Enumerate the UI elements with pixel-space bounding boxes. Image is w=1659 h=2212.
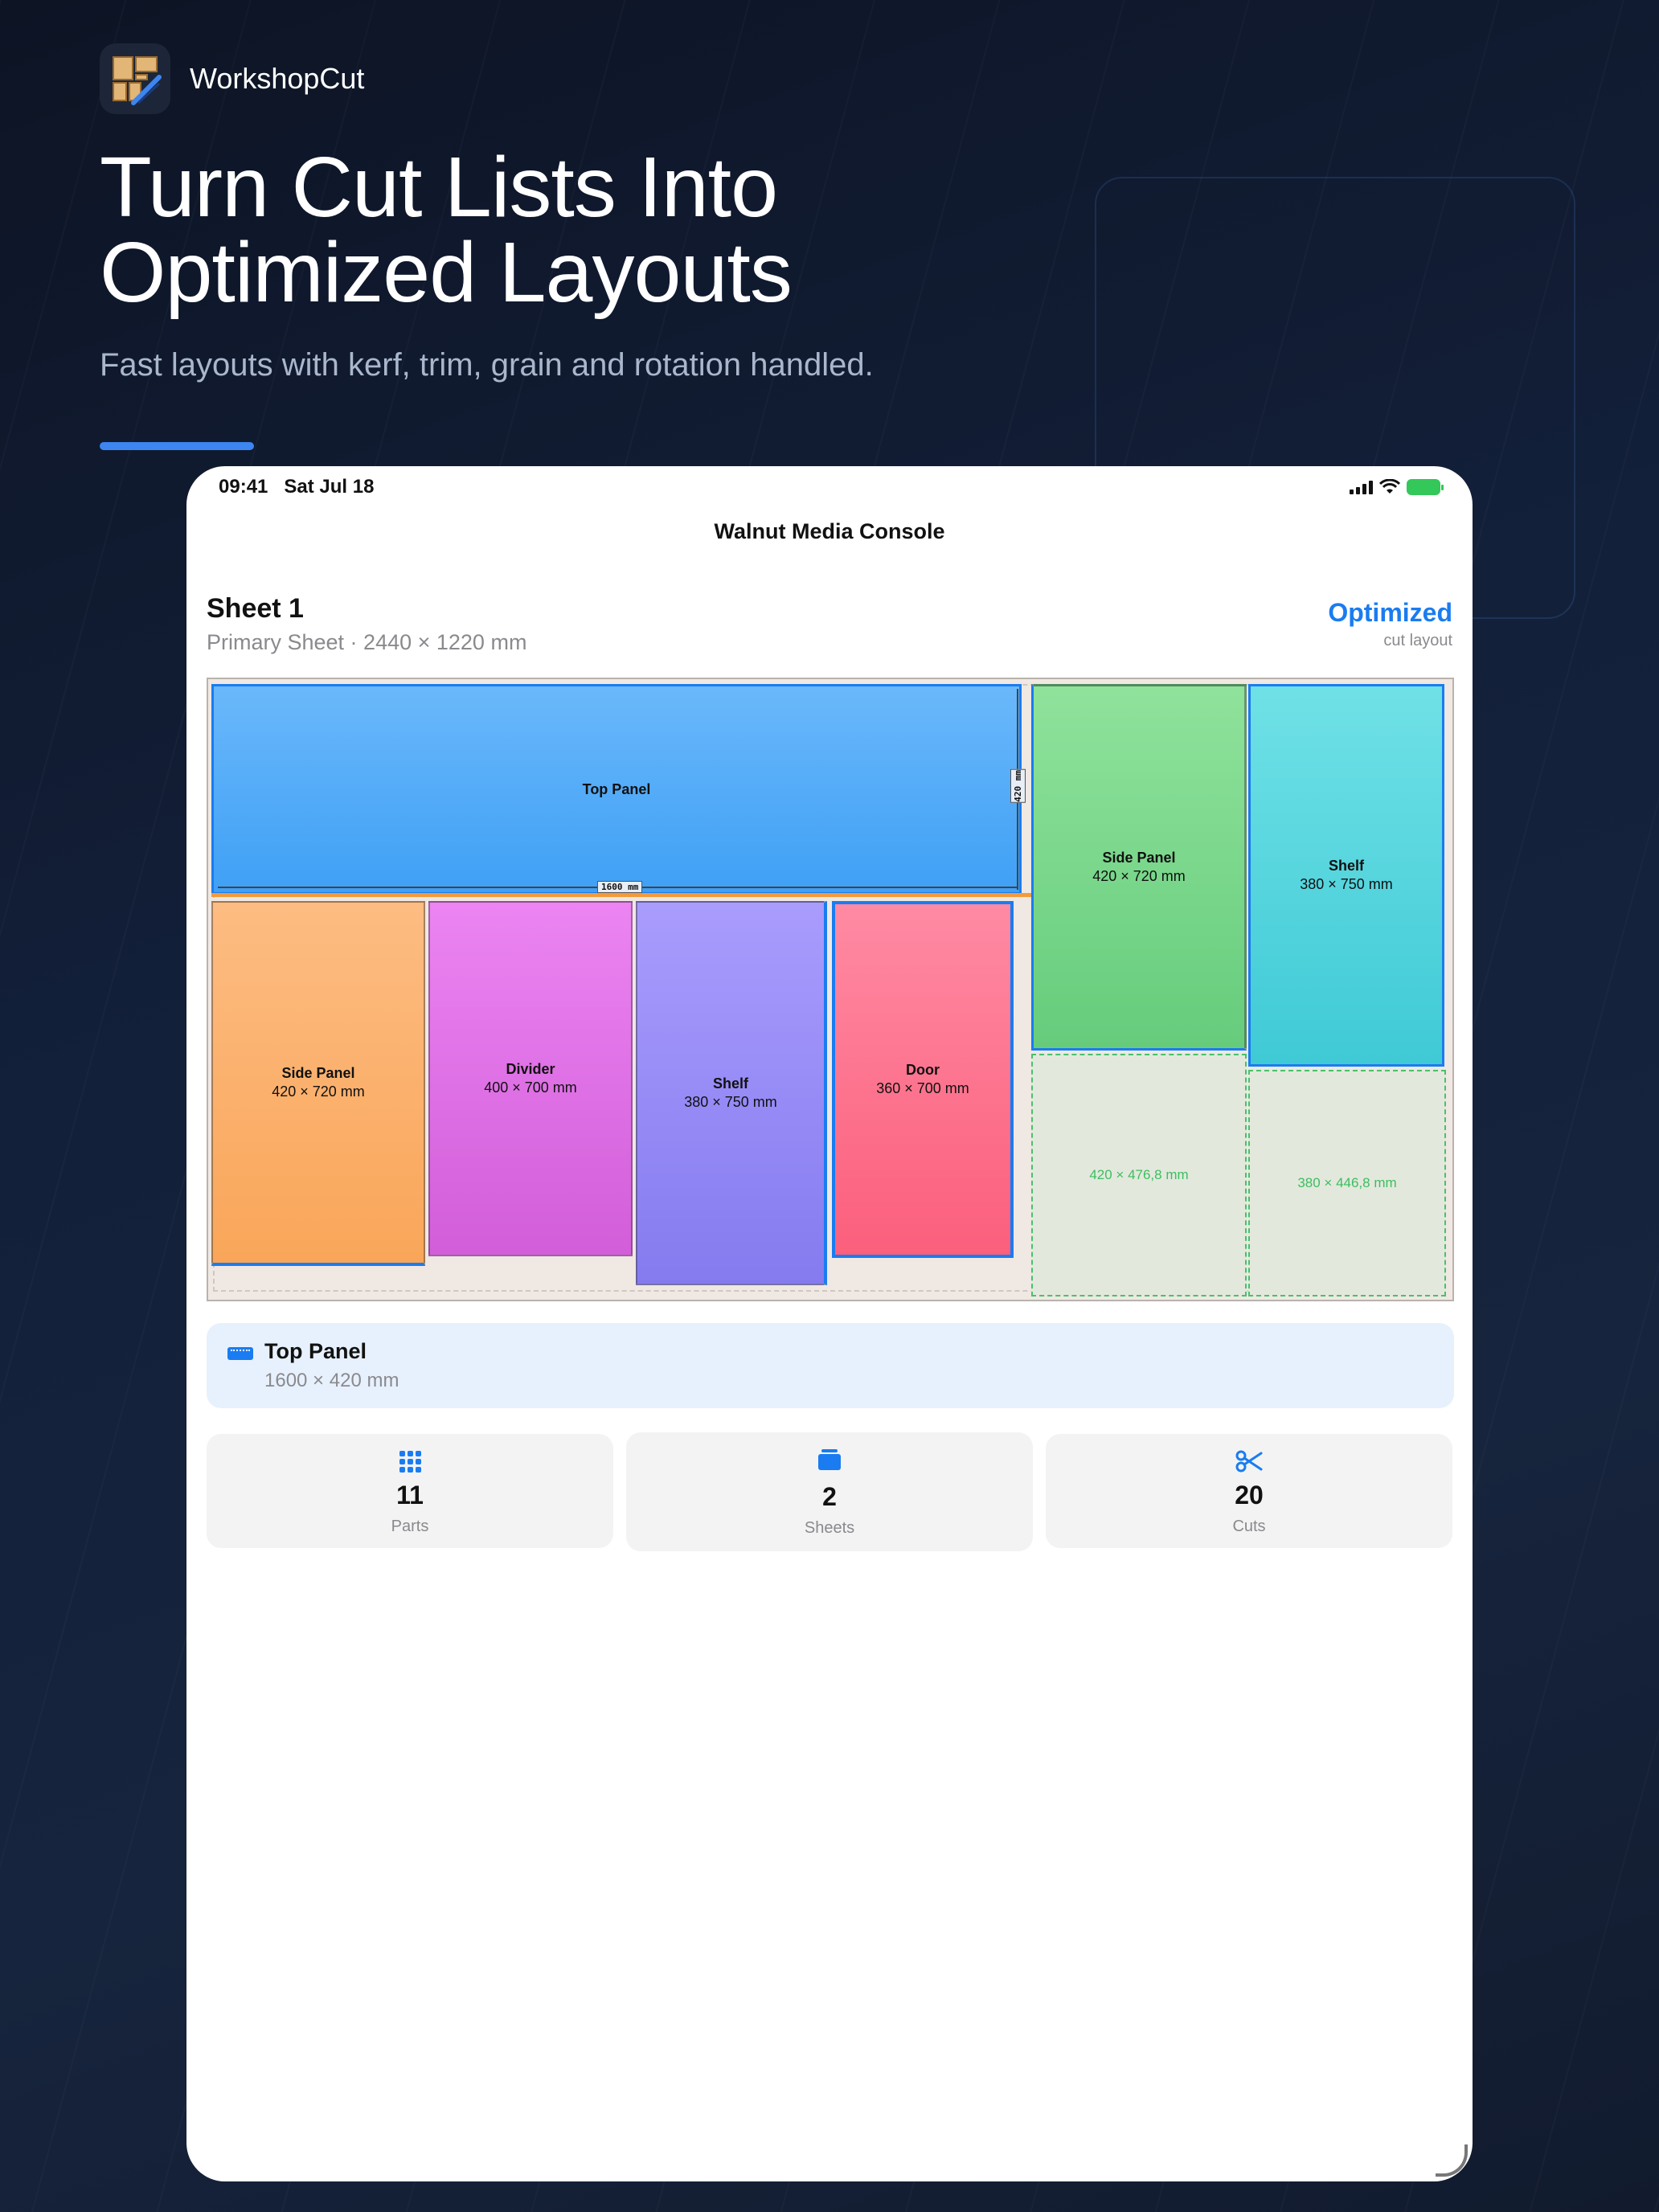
stat-label: Cuts	[1232, 1518, 1266, 1535]
piece-label: Shelf	[1328, 858, 1364, 874]
cut-layout-board[interactable]: Top Panel 1600 mm 420 mm Side Panel 420 …	[207, 678, 1454, 1301]
piece-dims: 420 × 720 mm	[272, 1083, 365, 1100]
sheet-subtitle: Primary Sheet · 2440 × 1220 mm	[207, 630, 527, 654]
device-screen: 09:41 Sat Jul 18 Walnut Media Console Sh…	[186, 466, 1473, 2181]
piece-label: Door	[906, 1062, 940, 1078]
clock-date: Sat Jul 18	[284, 476, 375, 498]
piece-dims: 360 × 700 mm	[876, 1080, 969, 1096]
brand-name: WorkshopCut	[190, 62, 365, 95]
kerf-strip	[211, 893, 1031, 897]
dimension-height-label: 420 mm	[1010, 769, 1026, 803]
piece-shelf-1[interactable]: Shelf 380 × 750 mm	[636, 901, 827, 1285]
dimension-width-label: 1600 mm	[597, 881, 643, 893]
stat-label: Sheets	[804, 1519, 855, 1537]
wifi-icon	[1379, 479, 1400, 494]
subhead: Fast layouts with kerf, trim, grain and …	[100, 347, 874, 383]
accent-bar	[100, 442, 254, 450]
status-bar: 09:41 Sat Jul 18	[219, 476, 1444, 505]
status-icons	[1350, 479, 1444, 495]
battery-icon	[1407, 479, 1444, 495]
sheet-title: Sheet 1	[207, 593, 304, 624]
stat-parts[interactable]: 11 Parts	[207, 1434, 613, 1548]
stat-sheets[interactable]: 2 Sheets	[626, 1432, 1033, 1551]
status-time: 09:41 Sat Jul 18	[219, 476, 374, 498]
offcut-1[interactable]: 420 × 476,8 mm	[1031, 1054, 1247, 1296]
stat-value: 2	[822, 1482, 837, 1511]
stat-label: Parts	[391, 1518, 429, 1535]
piece-label: Top Panel	[582, 780, 651, 797]
stat-value: 11	[396, 1481, 424, 1509]
headline: Turn Cut Lists Into Optimized Layouts	[100, 145, 1064, 315]
piece-side-panel-1[interactable]: Side Panel 420 × 720 mm	[211, 901, 425, 1266]
piece-shelf-2[interactable]: Shelf 380 × 750 mm	[1248, 684, 1444, 1067]
headline-line-1: Turn Cut Lists Into	[100, 140, 778, 235]
piece-door[interactable]: Door 360 × 700 mm	[832, 901, 1014, 1258]
stat-cuts[interactable]: 20 Cuts	[1046, 1434, 1452, 1548]
optimized-status[interactable]: Optimized	[1328, 598, 1452, 628]
optimized-status-caption: cut layout	[1383, 632, 1452, 649]
ruler-icon	[227, 1347, 253, 1360]
app-icon	[100, 43, 170, 114]
nav-title: Walnut Media Console	[714, 519, 945, 543]
piece-top-panel[interactable]: Top Panel	[211, 684, 1022, 895]
piece-label: Divider	[506, 1061, 555, 1077]
piece-side-panel-2[interactable]: Side Panel 420 × 720 mm	[1031, 684, 1247, 1051]
selected-piece-name: Top Panel	[264, 1339, 367, 1363]
resize-corner-icon	[1436, 2144, 1468, 2177]
stat-value: 20	[1235, 1481, 1264, 1509]
piece-dims: 420 × 720 mm	[1092, 868, 1186, 884]
scissors-icon	[1046, 1448, 1452, 1474]
offcut-2[interactable]: 380 × 446,8 mm	[1248, 1070, 1446, 1296]
grid-icon	[207, 1448, 613, 1474]
brand: WorkshopCut	[100, 43, 364, 114]
piece-label: Side Panel	[1102, 850, 1176, 866]
clock-time: 09:41	[219, 476, 268, 498]
headline-line-2: Optimized Layouts	[100, 225, 793, 320]
selected-piece-dims: 1600 × 420 mm	[264, 1370, 399, 1391]
selected-piece-card[interactable]: Top Panel 1600 × 420 mm	[207, 1323, 1454, 1408]
piece-label: Shelf	[712, 1075, 748, 1092]
piece-dims: 380 × 750 mm	[684, 1094, 777, 1110]
piece-label: Side Panel	[281, 1065, 355, 1081]
piece-dims: 380 × 750 mm	[1300, 876, 1393, 892]
piece-dims: 400 × 700 mm	[484, 1079, 577, 1096]
cellular-signal-icon	[1350, 480, 1373, 494]
stack-icon	[626, 1447, 1033, 1473]
piece-divider[interactable]: Divider 400 × 700 mm	[428, 901, 633, 1256]
